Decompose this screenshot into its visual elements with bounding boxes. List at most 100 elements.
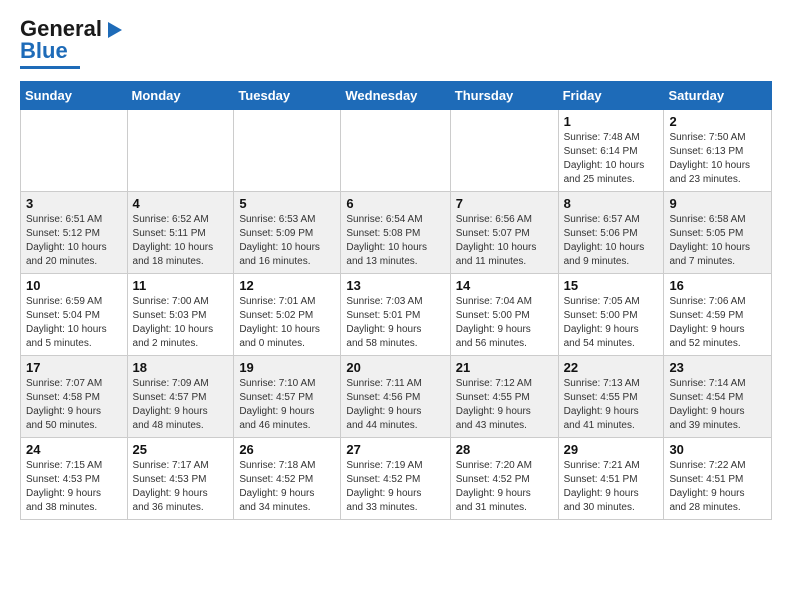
calendar-cell: 21 Sunrise: 7:12 AM Sunset: 4:55 PM Dayli… [450, 356, 558, 438]
calendar-header-row: SundayMondayTuesdayWednesdayThursdayFrid… [21, 82, 772, 110]
day-info: Sunrise: 7:06 AM Sunset: 4:59 PM Dayligh… [669, 295, 766, 351]
calendar-cell: 2Sunrise: 7:50 AM Sunset: 6:13 PM Daylig… [664, 110, 772, 192]
day-number: 23 [669, 360, 766, 375]
day-info: Sunrise: 7:00 AM Sunset: 5:03 PM Dayligh… [133, 295, 229, 351]
calendar-week-3: 10Sunrise: 6:59 AM Sunset: 5:04 PM Dayli… [21, 274, 772, 356]
calendar-cell: 13 Sunrise: 7:03 AM Sunset: 5:01 PM Dayli… [341, 274, 450, 356]
day-number: 29 [564, 442, 659, 457]
calendar-cell: 16 Sunrise: 7:06 AM Sunset: 4:59 PM Dayli… [664, 274, 772, 356]
calendar-week-5: 24 Sunrise: 7:15 AM Sunset: 4:53 PM Dayli… [21, 438, 772, 520]
calendar-week-2: 3 Sunrise: 6:51 AM Sunset: 5:12 PM Daylig… [21, 192, 772, 274]
calendar-cell: 27 Sunrise: 7:19 AM Sunset: 4:52 PM Dayli… [341, 438, 450, 520]
calendar-week-4: 17Sunrise: 7:07 AM Sunset: 4:58 PM Dayli… [21, 356, 772, 438]
day-number: 6 [346, 196, 444, 211]
day-info: Sunrise: 7:03 AM Sunset: 5:01 PM Dayligh… [346, 295, 444, 351]
calendar-cell: 6 Sunrise: 6:54 AM Sunset: 5:08 PM Daylig… [341, 192, 450, 274]
day-info: Sunrise: 7:09 AM Sunset: 4:57 PM Dayligh… [133, 377, 229, 433]
day-info: Sunrise: 7:21 AM Sunset: 4:51 PM Dayligh… [564, 459, 659, 515]
calendar-cell [21, 110, 128, 192]
calendar-cell [234, 110, 341, 192]
day-info: Sunrise: 7:11 AM Sunset: 4:56 PM Dayligh… [346, 377, 444, 433]
day-info: Sunrise: 6:52 AM Sunset: 5:11 PM Dayligh… [133, 213, 229, 269]
logo-underline [20, 66, 80, 69]
day-number: 1 [564, 114, 659, 129]
day-number: 11 [133, 278, 229, 293]
logo-triangle-icon [102, 18, 124, 40]
calendar-cell: 1 Sunrise: 7:48 AM Sunset: 6:14 PM Daylig… [558, 110, 664, 192]
day-info: Sunrise: 7:20 AM Sunset: 4:52 PM Dayligh… [456, 459, 553, 515]
header: General Blue [20, 16, 772, 69]
day-info: Sunrise: 6:59 AM Sunset: 5:04 PM Dayligh… [26, 295, 122, 351]
calendar-cell: 18 Sunrise: 7:09 AM Sunset: 4:57 PM Dayli… [127, 356, 234, 438]
day-info: Sunrise: 7:05 AM Sunset: 5:00 PM Dayligh… [564, 295, 659, 351]
day-number: 30 [669, 442, 766, 457]
day-info: Sunrise: 7:19 AM Sunset: 4:52 PM Dayligh… [346, 459, 444, 515]
day-number: 18 [133, 360, 229, 375]
calendar-cell: 29 Sunrise: 7:21 AM Sunset: 4:51 PM Dayli… [558, 438, 664, 520]
day-info: Sunrise: 6:58 AM Sunset: 5:05 PM Dayligh… [669, 213, 766, 269]
day-number: 16 [669, 278, 766, 293]
day-info: Sunrise: 7:15 AM Sunset: 4:53 PM Dayligh… [26, 459, 122, 515]
logo-text-blue: Blue [20, 38, 68, 64]
calendar-cell: 3 Sunrise: 6:51 AM Sunset: 5:12 PM Daylig… [21, 192, 128, 274]
day-info: Sunrise: 7:12 AM Sunset: 4:55 PM Dayligh… [456, 377, 553, 433]
calendar-table: SundayMondayTuesdayWednesdayThursdayFrid… [20, 81, 772, 520]
day-number: 22 [564, 360, 659, 375]
day-number: 9 [669, 196, 766, 211]
day-info: Sunrise: 7:22 AM Sunset: 4:51 PM Dayligh… [669, 459, 766, 515]
calendar-cell: 28 Sunrise: 7:20 AM Sunset: 4:52 PM Dayli… [450, 438, 558, 520]
day-info: Sunrise: 6:56 AM Sunset: 5:07 PM Dayligh… [456, 213, 553, 269]
day-info: Sunrise: 7:17 AM Sunset: 4:53 PM Dayligh… [133, 459, 229, 515]
day-header-friday: Friday [558, 82, 664, 110]
day-info: Sunrise: 6:54 AM Sunset: 5:08 PM Dayligh… [346, 213, 444, 269]
calendar-cell: 7Sunrise: 6:56 AM Sunset: 5:07 PM Daylig… [450, 192, 558, 274]
calendar-cell: 9 Sunrise: 6:58 AM Sunset: 5:05 PM Daylig… [664, 192, 772, 274]
calendar-cell: 20 Sunrise: 7:11 AM Sunset: 4:56 PM Dayli… [341, 356, 450, 438]
calendar-cell: 10Sunrise: 6:59 AM Sunset: 5:04 PM Dayli… [21, 274, 128, 356]
calendar-cell: 14Sunrise: 7:04 AM Sunset: 5:00 PM Dayli… [450, 274, 558, 356]
calendar-cell: 17Sunrise: 7:07 AM Sunset: 4:58 PM Dayli… [21, 356, 128, 438]
calendar-cell: 22 Sunrise: 7:13 AM Sunset: 4:55 PM Dayli… [558, 356, 664, 438]
day-number: 14 [456, 278, 553, 293]
day-info: Sunrise: 7:10 AM Sunset: 4:57 PM Dayligh… [239, 377, 335, 433]
day-header-thursday: Thursday [450, 82, 558, 110]
day-header-sunday: Sunday [21, 82, 128, 110]
day-header-wednesday: Wednesday [341, 82, 450, 110]
day-info: Sunrise: 7:14 AM Sunset: 4:54 PM Dayligh… [669, 377, 766, 433]
day-number: 12 [239, 278, 335, 293]
day-number: 19 [239, 360, 335, 375]
calendar-cell: 24 Sunrise: 7:15 AM Sunset: 4:53 PM Dayli… [21, 438, 128, 520]
calendar-cell: 8 Sunrise: 6:57 AM Sunset: 5:06 PM Daylig… [558, 192, 664, 274]
calendar-cell [341, 110, 450, 192]
day-number: 25 [133, 442, 229, 457]
calendar-cell: 15 Sunrise: 7:05 AM Sunset: 5:00 PM Dayli… [558, 274, 664, 356]
day-number: 27 [346, 442, 444, 457]
calendar-cell: 23 Sunrise: 7:14 AM Sunset: 4:54 PM Dayli… [664, 356, 772, 438]
calendar-cell: 4Sunrise: 6:52 AM Sunset: 5:11 PM Daylig… [127, 192, 234, 274]
day-number: 13 [346, 278, 444, 293]
day-number: 2 [669, 114, 766, 129]
calendar-cell: 25 Sunrise: 7:17 AM Sunset: 4:53 PM Dayli… [127, 438, 234, 520]
day-number: 26 [239, 442, 335, 457]
day-info: Sunrise: 6:51 AM Sunset: 5:12 PM Dayligh… [26, 213, 122, 269]
day-number: 3 [26, 196, 122, 211]
calendar-cell: 5Sunrise: 6:53 AM Sunset: 5:09 PM Daylig… [234, 192, 341, 274]
day-info: Sunrise: 7:48 AM Sunset: 6:14 PM Dayligh… [564, 131, 659, 187]
day-number: 15 [564, 278, 659, 293]
day-header-saturday: Saturday [664, 82, 772, 110]
calendar-cell: 11 Sunrise: 7:00 AM Sunset: 5:03 PM Dayli… [127, 274, 234, 356]
day-number: 24 [26, 442, 122, 457]
day-number: 21 [456, 360, 553, 375]
day-number: 8 [564, 196, 659, 211]
day-info: Sunrise: 6:57 AM Sunset: 5:06 PM Dayligh… [564, 213, 659, 269]
calendar-cell: 30 Sunrise: 7:22 AM Sunset: 4:51 PM Dayli… [664, 438, 772, 520]
calendar-cell: 12Sunrise: 7:01 AM Sunset: 5:02 PM Dayli… [234, 274, 341, 356]
logo: General Blue [20, 16, 124, 69]
calendar-cell: 26Sunrise: 7:18 AM Sunset: 4:52 PM Dayli… [234, 438, 341, 520]
day-number: 20 [346, 360, 444, 375]
day-number: 28 [456, 442, 553, 457]
day-number: 5 [239, 196, 335, 211]
day-number: 17 [26, 360, 122, 375]
calendar-cell [450, 110, 558, 192]
day-info: Sunrise: 7:13 AM Sunset: 4:55 PM Dayligh… [564, 377, 659, 433]
